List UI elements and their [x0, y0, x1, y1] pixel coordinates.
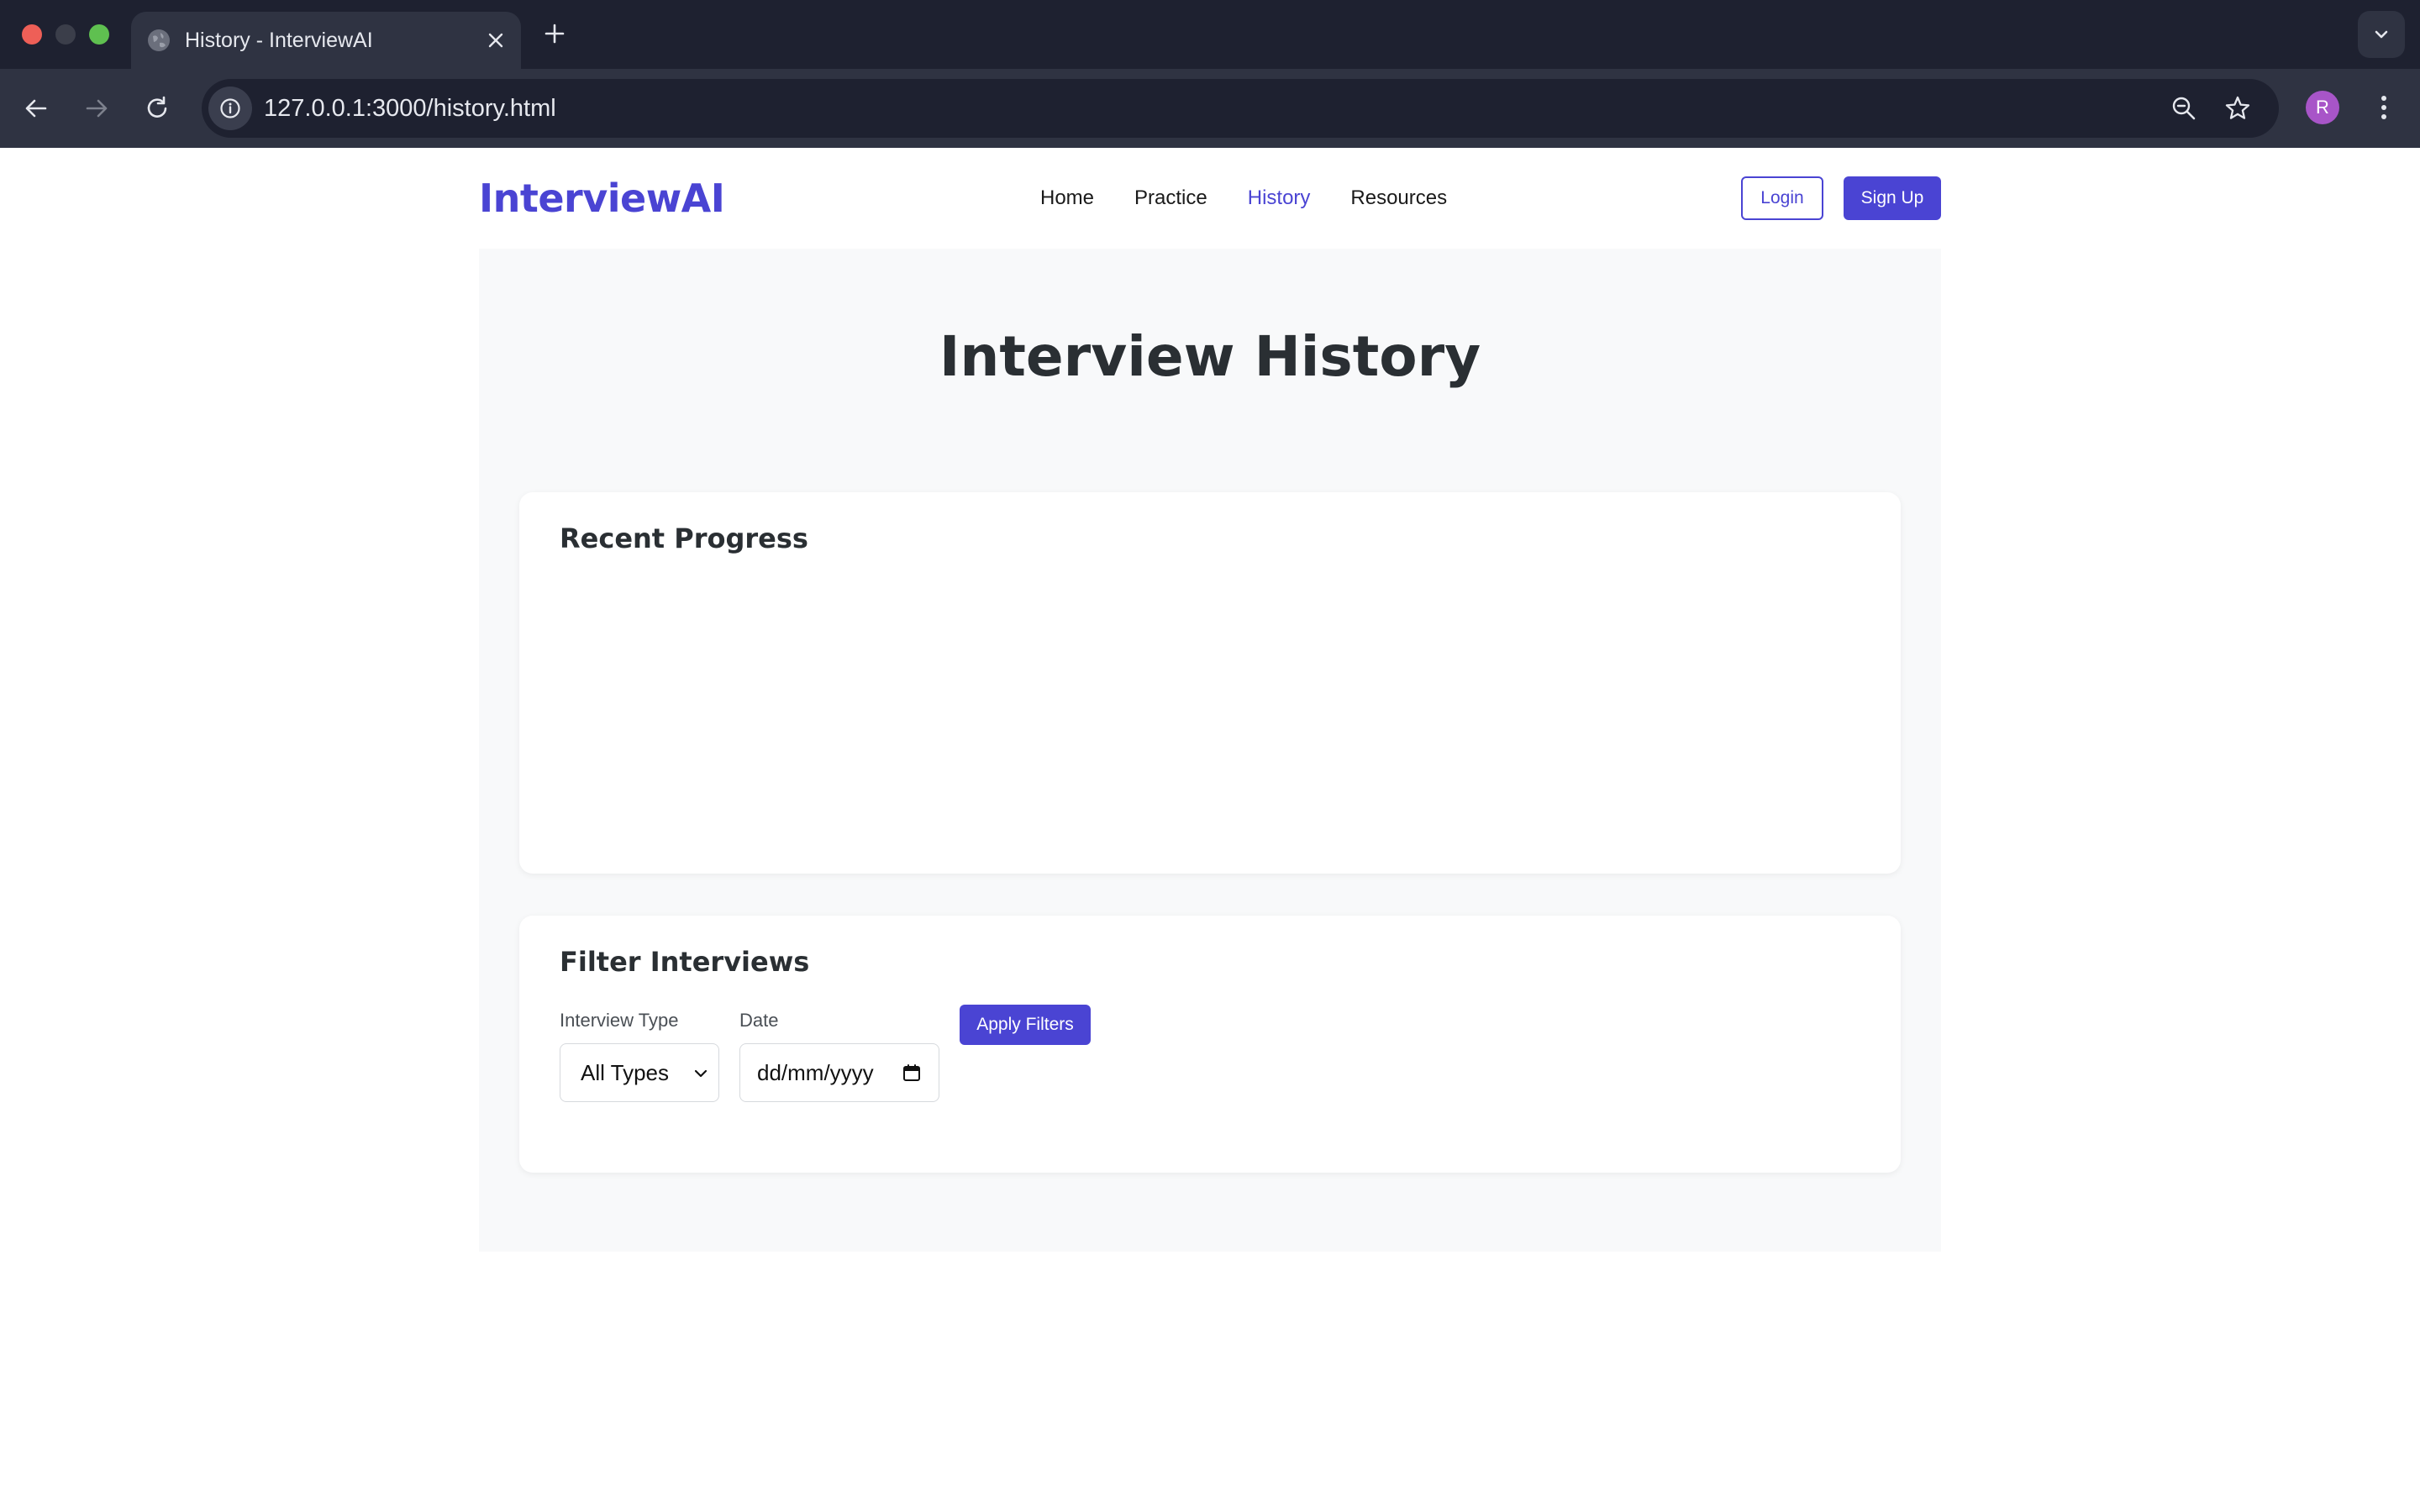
- calendar-icon[interactable]: [902, 1063, 922, 1083]
- date-input[interactable]: dd/mm/yyyy: [739, 1043, 939, 1102]
- date-label: Date: [739, 1010, 779, 1031]
- back-arrow-icon[interactable]: [22, 94, 50, 123]
- tab-search-button[interactable]: [2358, 11, 2405, 58]
- info-icon[interactable]: [208, 87, 252, 130]
- close-icon[interactable]: [486, 30, 506, 50]
- nav-link-home[interactable]: Home: [1040, 186, 1094, 210]
- login-button[interactable]: Login: [1741, 176, 1823, 220]
- progress-card: Recent Progress: [519, 492, 1901, 874]
- chevron-down-icon: [694, 1069, 708, 1078]
- filter-card: Filter Interviews Interview Type All Typ…: [519, 916, 1901, 1173]
- reload-icon[interactable]: [143, 94, 171, 123]
- filter-heading: Filter Interviews: [560, 946, 810, 978]
- progress-chart-area: [560, 585, 1860, 837]
- page-viewport: InterviewAI Home Practice History Resour…: [0, 148, 2420, 1512]
- date-placeholder: dd/mm/yyyy: [757, 1060, 874, 1085]
- main-content: Interview History Recent Progress Filter…: [479, 249, 1941, 1252]
- page-title: Interview History: [939, 324, 1481, 389]
- date-group: Date dd/mm/yyyy: [739, 1010, 939, 1102]
- more-vert-icon[interactable]: [2370, 92, 2398, 123]
- apply-filters-button[interactable]: Apply Filters: [960, 1005, 1091, 1045]
- zoom-out-icon[interactable]: [2170, 94, 2198, 123]
- globe-icon: [146, 28, 171, 53]
- site-logo[interactable]: InterviewAI: [479, 148, 725, 249]
- url-text: 127.0.0.1:3000/history.html: [264, 95, 556, 122]
- forward-arrow-icon[interactable]: [82, 94, 111, 123]
- interview-type-group: Interview Type All Types: [560, 1010, 719, 1102]
- window-maximize-button[interactable]: [89, 24, 109, 45]
- tab-title: History - InterviewAI: [185, 29, 373, 52]
- profile-avatar[interactable]: R: [2306, 91, 2339, 124]
- browser-tab-bar: History - InterviewAI: [0, 0, 2420, 69]
- interview-type-label: Interview Type: [560, 1010, 679, 1031]
- browser-toolbar: 127.0.0.1:3000/history.html R: [0, 69, 2420, 148]
- nav-link-practice[interactable]: Practice: [1134, 186, 1207, 210]
- chevron-down-icon: [2375, 30, 2388, 39]
- window-close-button[interactable]: [22, 24, 42, 45]
- nav-link-history[interactable]: History: [1248, 186, 1311, 210]
- address-bar[interactable]: 127.0.0.1:3000/history.html: [202, 79, 2279, 138]
- interview-type-select[interactable]: All Types: [560, 1043, 719, 1102]
- star-icon[interactable]: [2223, 94, 2252, 123]
- site-navbar: InterviewAI Home Practice History Resour…: [479, 148, 1941, 249]
- nav-link-resources[interactable]: Resources: [1350, 186, 1447, 210]
- signup-button[interactable]: Sign Up: [1844, 176, 1941, 220]
- browser-tab-active[interactable]: History - InterviewAI: [131, 12, 521, 69]
- window-minimize-button[interactable]: [55, 24, 76, 45]
- progress-heading: Recent Progress: [560, 522, 808, 554]
- nav-links: Home Practice History Resources: [1040, 148, 1447, 249]
- interview-type-value: All Types: [581, 1060, 670, 1085]
- plus-icon[interactable]: [541, 20, 568, 47]
